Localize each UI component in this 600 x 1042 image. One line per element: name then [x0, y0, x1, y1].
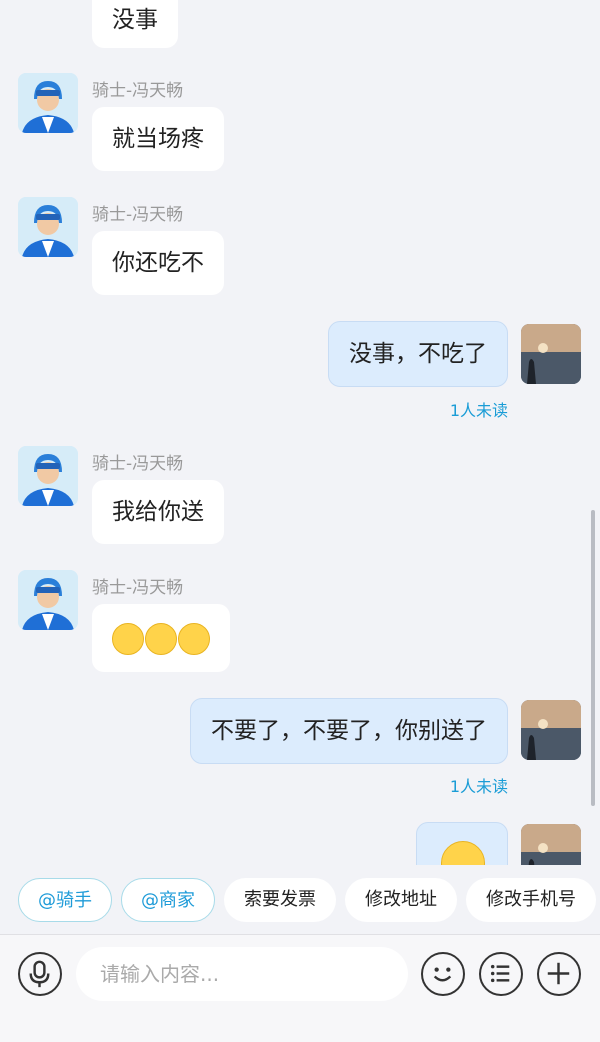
mention-rider-button[interactable]: @骑手 — [18, 878, 112, 922]
message-bubble-incoming[interactable]: 就当场疼 — [92, 107, 224, 171]
pleading-face-icon — [112, 623, 144, 655]
message-bubble-incoming: 没事 — [92, 0, 178, 48]
chat-message-list[interactable]: 没事 骑士-冯天畅 就当场疼 骑士-冯天畅 你还吃不 没事，不吃了 1人未读 骑… — [0, 0, 600, 865]
message-text: 没事，不吃了 — [349, 341, 487, 367]
message-input-bar: 请输入内容... — [0, 934, 600, 1042]
rider-avatar-icon — [18, 446, 78, 506]
message-text: 没事 — [112, 7, 158, 33]
rider-avatar[interactable] — [18, 446, 78, 506]
user-avatar-photo — [521, 700, 581, 760]
user-avatar-photo — [521, 324, 581, 384]
edit-phone-button[interactable]: 修改手机号 — [466, 878, 596, 922]
message-bubble-outgoing[interactable] — [416, 822, 508, 865]
message-text: 就当场疼 — [112, 126, 204, 152]
user-avatar[interactable] — [521, 700, 581, 760]
sender-name: 骑士-冯天畅 — [92, 578, 184, 598]
edit-address-button[interactable]: 修改地址 — [345, 878, 457, 922]
sender-name: 骑士-冯天畅 — [92, 205, 184, 225]
rider-avatar[interactable] — [18, 570, 78, 630]
pleading-face-icon — [145, 623, 177, 655]
sender-name: 骑士-冯天畅 — [92, 81, 184, 101]
request-invoice-button[interactable]: 索要发票 — [224, 878, 336, 922]
message-bubble-outgoing[interactable]: 没事，不吃了 — [328, 321, 508, 387]
quick-actions-bar: @骑手 @商家 索要发票 修改地址 修改手机号 — [0, 866, 600, 934]
message-bubble-incoming[interactable]: 我给你送 — [92, 480, 224, 544]
rider-avatar[interactable] — [18, 197, 78, 257]
message-bubble-outgoing[interactable]: 不要了，不要了，你别送了 — [190, 698, 508, 764]
crying-face-icon — [441, 841, 485, 865]
message-bubble-incoming[interactable] — [92, 604, 230, 672]
message-input[interactable]: 请输入内容... — [76, 947, 408, 1001]
plus-icon[interactable] — [537, 952, 581, 996]
read-status: 1人未读 — [449, 401, 508, 420]
rider-avatar-icon — [18, 570, 78, 630]
rider-avatar[interactable] — [18, 73, 78, 133]
user-avatar[interactable] — [521, 324, 581, 384]
message-text: 不要了，不要了，你别送了 — [211, 718, 487, 744]
mention-merchant-button[interactable]: @商家 — [121, 878, 215, 922]
user-avatar-photo — [521, 824, 581, 865]
list-icon[interactable] — [479, 952, 523, 996]
sender-name: 骑士-冯天畅 — [92, 454, 184, 474]
smiley-icon[interactable] — [421, 952, 465, 996]
message-text: 你还吃不 — [112, 250, 204, 276]
rider-avatar-icon — [18, 197, 78, 257]
rider-avatar-icon — [18, 73, 78, 133]
user-avatar[interactable] — [521, 824, 581, 865]
read-status: 1人未读 — [449, 777, 508, 796]
chat-scrollbar[interactable] — [591, 510, 595, 806]
message-text: 我给你送 — [112, 499, 204, 525]
pleading-face-icon — [178, 623, 210, 655]
microphone-icon[interactable] — [18, 952, 62, 996]
message-bubble-incoming[interactable]: 你还吃不 — [92, 231, 224, 295]
